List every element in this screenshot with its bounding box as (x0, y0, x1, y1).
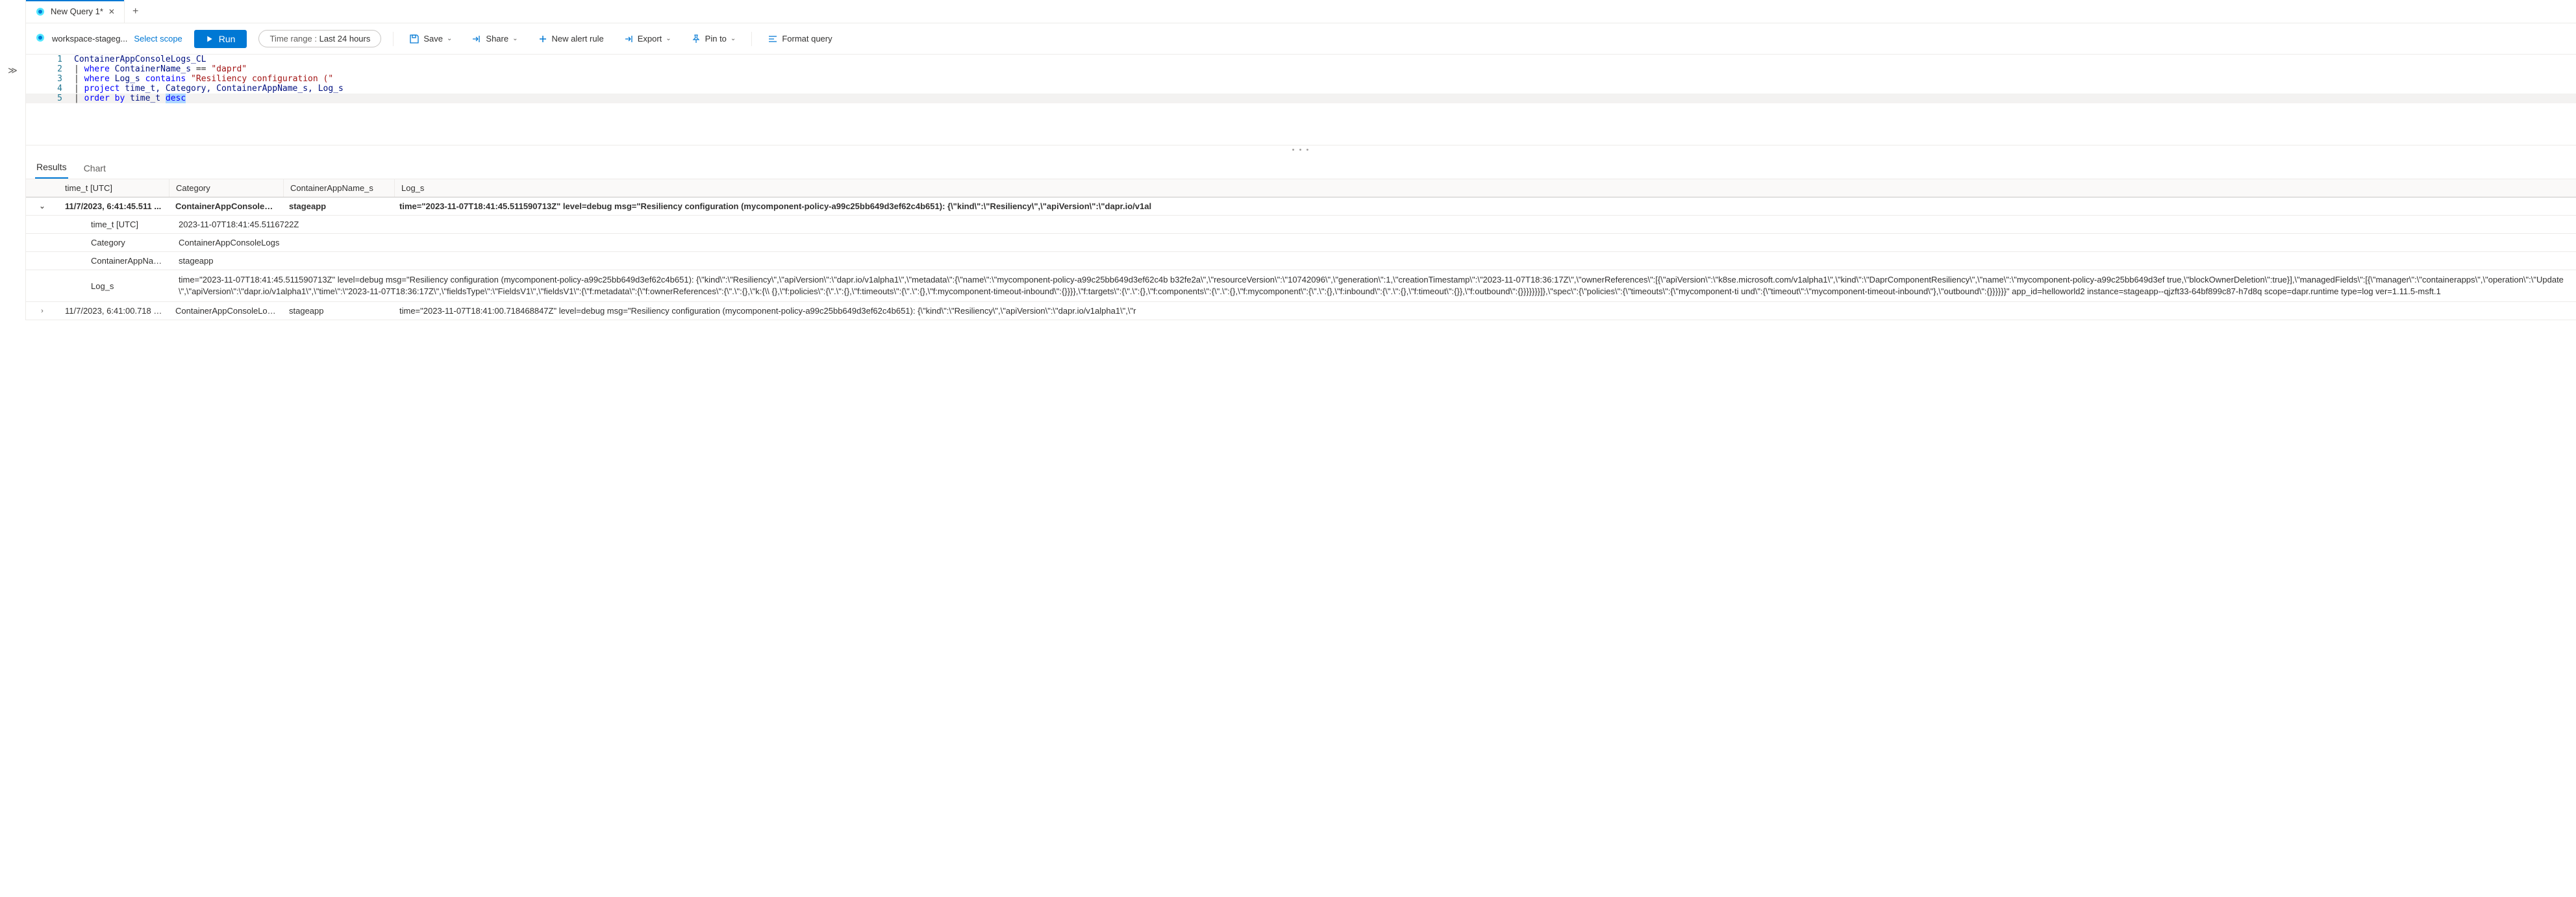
select-scope-link[interactable]: Select scope (134, 34, 182, 44)
detail-value: 2023-11-07T18:41:45.5116722Z (172, 216, 2576, 233)
toolbar: workspace-stageg... Select scope Run Tim… (26, 23, 2576, 55)
close-tab-button[interactable]: ✕ (108, 7, 115, 16)
cell-category: ContainerAppConsoleLogs (169, 303, 282, 319)
new-alert-button[interactable]: New alert rule (534, 31, 608, 47)
chevron-down-icon: ⌄ (731, 35, 736, 42)
format-icon (768, 34, 778, 44)
save-button[interactable]: Save ⌄ (405, 31, 456, 47)
col-header-category[interactable]: Category (169, 180, 283, 196)
tab-chart[interactable]: Chart (82, 158, 107, 179)
detail-row: ContainerAppName_s stageapp (26, 252, 2576, 270)
cell-log: time="2023-11-07T18:41:45.511590713Z" le… (393, 198, 2576, 214)
cell-time: 11/7/2023, 6:41:45.511 ... (58, 198, 169, 214)
export-label: Export (638, 34, 662, 44)
workspace-name: workspace-stageg... (52, 34, 127, 44)
detail-value: stageapp (172, 253, 2576, 269)
detail-row: Log_s time="2023-11-07T18:41:45.51159071… (26, 270, 2576, 302)
cell-time: 11/7/2023, 6:41:00.718 PM (58, 303, 169, 319)
detail-value: ContainerAppConsoleLogs (172, 234, 2576, 251)
results-grid: time_t [UTC] Category ContainerAppName_s… (26, 179, 2576, 320)
save-icon (409, 34, 419, 44)
detail-key: ContainerAppName_s (58, 253, 172, 269)
expand-row-button[interactable]: › (41, 307, 44, 315)
save-label: Save (423, 34, 443, 44)
detail-key: time_t [UTC] (58, 216, 172, 233)
query-tab-title: New Query 1* (51, 6, 103, 16)
time-range-label: Time range : (269, 34, 317, 44)
result-tabs: Results Chart (26, 155, 2576, 179)
pin-label: Pin to (705, 34, 727, 44)
kql-editor[interactable]: 1ContainerAppConsoleLogs_CL 2| where Con… (26, 55, 2576, 145)
col-header-app[interactable]: ContainerAppName_s (284, 180, 394, 196)
play-icon (206, 35, 214, 43)
detail-row: time_t [UTC] 2023-11-07T18:41:45.5116722… (26, 216, 2576, 234)
detail-row: Category ContainerAppConsoleLogs (26, 234, 2576, 252)
separator (751, 32, 752, 46)
loganalytics-icon (35, 32, 45, 45)
run-button-label: Run (219, 34, 236, 44)
table-row[interactable]: ⌄ 11/7/2023, 6:41:45.511 ... ContainerAp… (26, 197, 2576, 216)
col-header-log[interactable]: Log_s (395, 180, 2576, 196)
detail-value: time="2023-11-07T18:41:45.511590713Z" le… (172, 270, 2576, 301)
query-tab-bar: New Query 1* ✕ + (26, 0, 2576, 23)
code-token: ContainerAppConsoleLogs_CL (74, 55, 206, 64)
separator (393, 32, 394, 46)
col-header-time[interactable]: time_t [UTC] (58, 180, 169, 196)
share-button[interactable]: Share ⌄ (468, 31, 521, 47)
time-range-value: Last 24 hours (319, 34, 371, 44)
new-alert-label: New alert rule (552, 34, 604, 44)
detail-key: Category (58, 234, 172, 251)
scope-picker: workspace-stageg... Select scope (35, 32, 182, 45)
share-label: Share (486, 34, 508, 44)
cell-log: time="2023-11-07T18:41:00.718468847Z" le… (393, 303, 2576, 319)
detail-key: Log_s (58, 278, 172, 294)
tab-results[interactable]: Results (35, 157, 68, 179)
collapse-row-button[interactable]: ⌄ (39, 202, 45, 210)
format-label: Format query (782, 34, 832, 44)
cell-app: stageapp (282, 303, 393, 319)
export-icon (623, 34, 634, 44)
pin-icon (691, 34, 701, 44)
expand-rail-button[interactable]: ≫ (8, 65, 18, 76)
resize-handle[interactable]: • • • (26, 145, 2576, 155)
time-range-picker[interactable]: Time range : Last 24 hours (258, 30, 381, 47)
query-tab[interactable]: New Query 1* ✕ (26, 0, 125, 23)
export-button[interactable]: Export ⌄ (619, 31, 675, 47)
chevron-down-icon: ⌄ (512, 35, 518, 42)
plus-icon (538, 34, 548, 44)
chevron-down-icon: ⌄ (666, 35, 671, 42)
chevron-down-icon: ⌄ (447, 35, 452, 42)
table-row[interactable]: › 11/7/2023, 6:41:00.718 PM ContainerApp… (26, 302, 2576, 320)
pin-button[interactable]: Pin to ⌄ (687, 31, 740, 47)
format-query-button[interactable]: Format query (764, 31, 836, 47)
add-tab-button[interactable]: + (125, 6, 146, 18)
loganalytics-icon (35, 6, 45, 17)
cell-app: stageapp (282, 198, 393, 214)
cell-category: ContainerAppConsoleLogs (169, 198, 282, 214)
grid-header: time_t [UTC] Category ContainerAppName_s… (26, 179, 2576, 197)
run-button[interactable]: Run (194, 30, 247, 48)
left-rail: ≫ (0, 0, 26, 320)
share-icon (471, 34, 482, 44)
